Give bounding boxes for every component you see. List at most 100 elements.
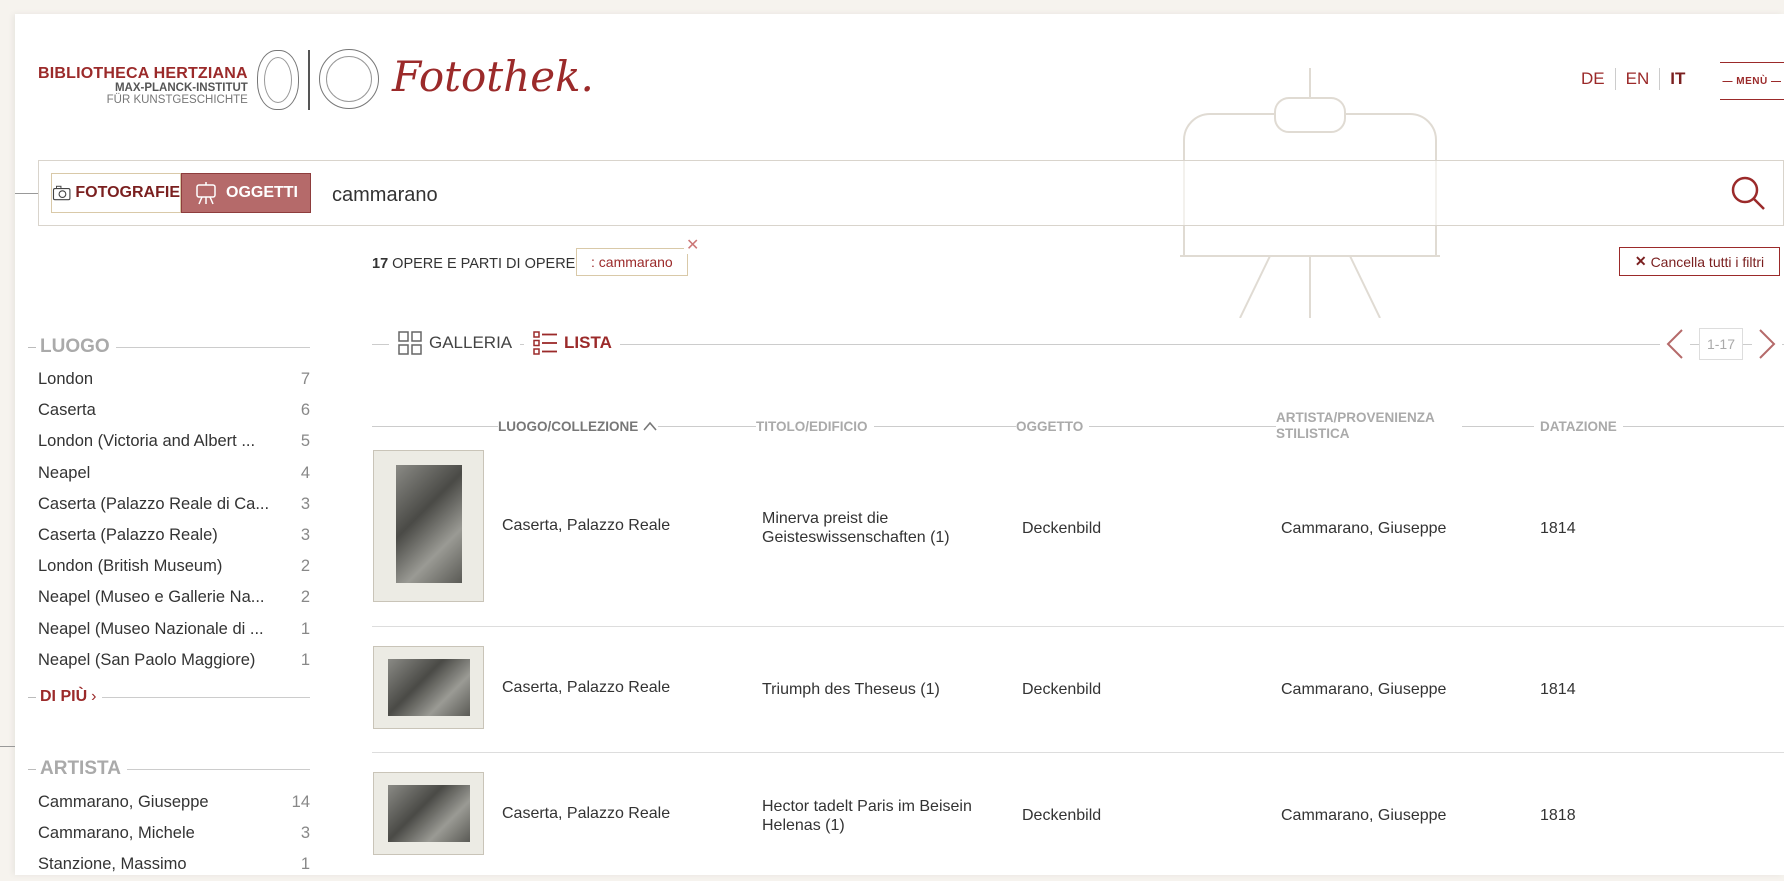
lang-it[interactable]: IT — [1660, 69, 1695, 89]
view-list-label: LISTA — [564, 333, 612, 352]
facet-item-count: 2 — [300, 588, 310, 607]
facet-item-count: 7 — [300, 370, 310, 389]
facet-item-label: Neapel — [38, 463, 91, 482]
facet-item-label: Stanzione, Massimo — [38, 855, 187, 874]
institute-subtitle: MAX-PLANCK-INSTITUT — [114, 82, 248, 94]
facet-item[interactable]: Neapel (San Paolo Maggiore) 1 — [38, 645, 310, 676]
facet-item-count: 5 — [300, 432, 310, 451]
remove-filter-icon[interactable]: ✕ — [684, 238, 702, 254]
cell-luogo[interactable]: Caserta, Palazzo Reale — [502, 516, 670, 535]
filter-chip: : cammarano — [576, 248, 688, 276]
previous-page-icon[interactable] — [1660, 324, 1690, 364]
row-thumbnail[interactable] — [373, 772, 484, 855]
cell-datazione: 1818 — [1540, 807, 1576, 824]
menu-button[interactable]: — MENÙ — — [1720, 62, 1784, 100]
lang-en[interactable]: EN — [1616, 69, 1660, 89]
cell-titolo[interactable]: Hector tadelt Paris im Beisein Helenas (… — [762, 797, 982, 835]
result-count: 17 OPERE E PARTI DI OPERE — [372, 256, 575, 272]
facet-item[interactable]: Cammarano, Giuseppe 14 — [38, 787, 310, 818]
result-count-label: OPERE E PARTI DI OPERE — [392, 256, 576, 272]
tab-objects[interactable]: OGGETTI — [181, 173, 311, 213]
next-page-icon[interactable] — [1752, 324, 1782, 364]
lang-de[interactable]: DE — [1571, 69, 1615, 89]
facet-item-label: London — [38, 370, 94, 389]
facet-item-label: Cammarano, Giuseppe — [38, 793, 209, 812]
cell-luogo[interactable]: Caserta, Palazzo Reale — [502, 678, 670, 697]
facet-item[interactable]: London (British Museum) 2 — [38, 551, 310, 582]
cell-titolo[interactable]: Triumph des Theseus (1) — [762, 680, 982, 699]
column-header-oggetto-label: OGGETTO — [1016, 418, 1084, 434]
column-header-titolo[interactable]: TITOLO/EDIFICIO — [756, 405, 874, 447]
cell-datazione: 1814 — [1540, 681, 1576, 698]
cell-datazione: 1814 — [1540, 520, 1576, 537]
facet-item[interactable]: Neapel (Museo e Gallerie Na... 2 — [38, 582, 310, 613]
facet-item-count: 1 — [300, 855, 310, 874]
facet-item-label: Neapel (Museo Nazionale di ... — [38, 619, 264, 638]
view-list-button[interactable]: LISTA — [524, 330, 620, 356]
facet-item[interactable]: London 7 — [38, 364, 310, 395]
facet-title-luogo-label: LUOGO — [40, 336, 110, 357]
facet-item[interactable]: Cammarano, Michele 3 — [38, 818, 310, 849]
view-gallery-label: GALLERIA — [429, 333, 513, 352]
site-title[interactable]: Fotothek. — [392, 52, 594, 101]
facet-title-luogo: LUOGO — [28, 336, 310, 358]
facet-item-label: Caserta — [38, 401, 96, 420]
facet-item[interactable]: Caserta 6 — [38, 395, 310, 426]
column-header-luogo-label: LUOGO/COLLEZIONE — [498, 418, 639, 434]
grid-icon — [398, 331, 422, 355]
page-range: 1-17 — [1699, 328, 1743, 360]
cell-titolo[interactable]: Minerva preist die Geisteswissenschaften… — [762, 509, 982, 547]
facet-item[interactable]: Caserta (Palazzo Reale di Ca... 3 — [38, 489, 310, 520]
column-header-datazione-label: DATAZIONE — [1540, 418, 1617, 434]
facet-item-label: Cammarano, Michele — [38, 824, 195, 843]
facet-item-count: 1 — [300, 619, 310, 638]
facet-item[interactable]: Neapel (Museo Nazionale di ... 1 — [38, 614, 310, 645]
facet-item-label: Neapel (Museo e Gallerie Na... — [38, 588, 265, 607]
column-header-oggetto[interactable]: OGGETTO — [1016, 405, 1090, 447]
facet-more-label: DI PIÙ — [40, 688, 88, 705]
decor-line — [0, 746, 15, 747]
column-header-datazione[interactable]: DATAZIONE — [1534, 405, 1623, 447]
facet-item-label: Neapel (San Paolo Maggiore) — [38, 650, 256, 669]
facet-item-label: London (Victoria and Albert ... — [38, 432, 256, 451]
cell-oggetto: Deckenbild — [1022, 807, 1102, 824]
facet-item-count: 2 — [300, 557, 310, 576]
institute-name: BIBLIOTHECA HERTZIANA — [38, 65, 248, 82]
chevron-right-icon: › — [91, 688, 97, 705]
institute-logo[interactable]: BIBLIOTHECA HERTZIANA MAX-PLANCK-INSTITU… — [38, 66, 248, 106]
column-header-luogo[interactable]: LUOGO/COLLEZIONE — [498, 405, 659, 447]
row-separator — [372, 626, 1784, 627]
facet-item-count: 1 — [300, 650, 310, 669]
facet-more-button[interactable]: DI PIÙ › — [28, 688, 310, 706]
cell-luogo[interactable]: Caserta, Palazzo Reale — [502, 804, 670, 823]
row-thumbnail[interactable] — [373, 450, 484, 602]
row-thumbnail[interactable] — [373, 646, 484, 729]
cell-artista[interactable]: Cammarano, Giuseppe — [1281, 680, 1446, 699]
chevron-up-icon — [643, 421, 657, 431]
facet-item-count: 4 — [300, 463, 310, 482]
row-separator — [372, 752, 1784, 753]
facet-item[interactable]: London (Victoria and Albert ... 5 — [38, 426, 310, 457]
logo-divider — [308, 50, 310, 110]
clear-filters-button[interactable]: ✕ Cancella tutti i filtri — [1619, 247, 1780, 276]
column-header-artista[interactable]: ARTISTA/PROVENIENZA STILISTICA — [1276, 405, 1462, 447]
result-count-number: 17 — [372, 256, 389, 272]
column-header-artista-label: ARTISTA/PROVENIENZA STILISTICA — [1276, 409, 1435, 441]
view-gallery-button[interactable]: GALLERIA — [389, 330, 521, 356]
facet-item[interactable]: Neapel 4 — [38, 458, 310, 489]
search-icon[interactable] — [1730, 175, 1766, 211]
tab-photos[interactable]: FOTOGRAFIE — [51, 173, 181, 213]
cell-artista[interactable]: Cammarano, Giuseppe — [1281, 806, 1446, 825]
table-header: LUOGO/COLLEZIONE TITOLO/EDIFICIO OGGETTO… — [372, 405, 1784, 447]
facet-item[interactable]: Stanzione, Massimo 1 — [38, 849, 310, 880]
cell-artista[interactable]: Cammarano, Giuseppe — [1281, 519, 1446, 538]
cell-oggetto: Deckenbild — [1022, 520, 1102, 537]
facet-item-count: 3 — [300, 526, 310, 545]
facet-item-count: 3 — [300, 824, 310, 843]
facet-item[interactable]: Caserta (Palazzo Reale) 3 — [38, 520, 310, 551]
clear-filters-label: Cancella tutti i filtri — [1650, 253, 1765, 270]
easel-icon — [196, 182, 216, 205]
facet-list-luogo: London 7 Caserta 6 London (Victoria and Al… — [38, 364, 310, 676]
search-input[interactable] — [330, 176, 1684, 214]
tab-photos-label: FOTOGRAFIE — [75, 184, 180, 201]
